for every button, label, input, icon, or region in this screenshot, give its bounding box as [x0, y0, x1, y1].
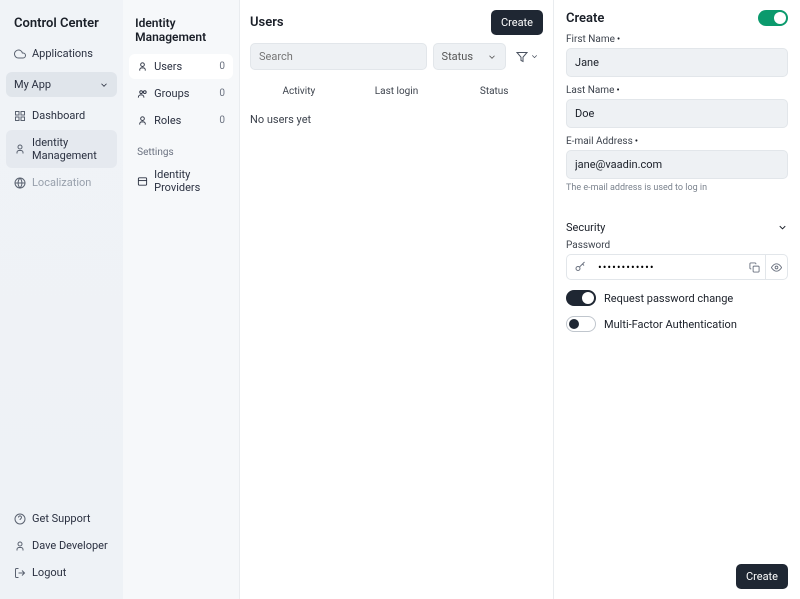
dashboard-icon — [14, 110, 26, 122]
sidebar-main: Control Center Applications My App Dashb… — [0, 0, 123, 599]
sec-users[interactable]: Users 0 — [129, 54, 233, 79]
sec-users-label: Users — [154, 60, 182, 73]
request-password-change-label: Request password change — [604, 292, 733, 305]
col-activity: Activity — [250, 86, 348, 97]
sec-identity-providers[interactable]: Identity Providers — [129, 162, 233, 200]
globe-icon — [14, 177, 26, 189]
roles-icon — [137, 115, 148, 126]
main-title: Users — [250, 15, 284, 30]
nav-identity-management[interactable]: Identity Management — [6, 130, 117, 168]
nav-logout[interactable]: Logout — [6, 560, 117, 585]
user-icon — [137, 61, 148, 72]
chevron-down-icon — [99, 80, 109, 90]
nav-logout-label: Logout — [32, 566, 66, 579]
email-help: The e-mail address is used to log in — [566, 183, 788, 193]
mfa-label: Multi-Factor Authentication — [604, 318, 737, 331]
filter-icon — [516, 51, 528, 63]
providers-icon — [137, 176, 148, 187]
sec-roles-count: 0 — [219, 115, 225, 126]
nav-user[interactable]: Dave Developer — [6, 533, 117, 558]
last-name-label: Last Name• — [566, 85, 788, 96]
app-selector[interactable]: My App — [6, 72, 117, 97]
sec-idp-label: Identity Providers — [154, 168, 225, 194]
last-name-input[interactable] — [566, 99, 788, 128]
identity-icon — [14, 143, 26, 155]
search-input[interactable] — [250, 43, 427, 70]
detail-panel: Create First Name• Last Name• E-mail Add… — [554, 0, 800, 599]
email-label: E-mail Address• — [566, 136, 788, 147]
table-header: Activity Last login Status — [240, 80, 553, 103]
password-input[interactable] — [592, 254, 744, 280]
submit-create-button[interactable]: Create — [736, 564, 788, 589]
nav-dashboard-label: Dashboard — [32, 109, 85, 122]
request-password-change-toggle[interactable] — [566, 290, 596, 306]
key-icon — [566, 254, 592, 280]
nav-dashboard[interactable]: Dashboard — [6, 103, 117, 128]
sec-roles-label: Roles — [154, 114, 181, 127]
detail-title: Create — [566, 11, 604, 26]
secondary-title: Identity Management — [129, 12, 233, 54]
main-panel: Users Create Status Activity Last login … — [240, 0, 554, 599]
copy-password-button[interactable] — [744, 254, 766, 280]
nav-identity-label: Identity Management — [32, 136, 109, 162]
cloud-icon — [14, 48, 26, 60]
app-title: Control Center — [6, 12, 117, 41]
nav-applications[interactable]: Applications — [6, 41, 117, 66]
support-icon — [14, 513, 26, 525]
nav-support-label: Get Support — [32, 512, 90, 525]
sec-groups-count: 0 — [219, 88, 225, 99]
empty-state: No users yet — [240, 103, 553, 136]
mfa-toggle[interactable] — [566, 316, 596, 332]
sec-users-count: 0 — [219, 61, 225, 72]
password-label: Password — [566, 240, 788, 251]
sidebar-secondary: Identity Management Users 0 Groups 0 Rol… — [123, 0, 240, 599]
sec-groups-label: Groups — [154, 87, 189, 100]
first-name-input[interactable] — [566, 48, 788, 77]
status-filter[interactable]: Status — [433, 43, 506, 70]
first-name-label: First Name• — [566, 34, 788, 45]
nav-support[interactable]: Get Support — [6, 506, 117, 531]
security-label: Security — [566, 221, 605, 234]
nav-user-label: Dave Developer — [32, 539, 108, 552]
chevron-down-icon — [530, 52, 539, 61]
chevron-down-icon — [777, 222, 788, 233]
show-password-button[interactable] — [766, 254, 788, 280]
sec-roles[interactable]: Roles 0 — [129, 108, 233, 133]
nav-localization-label: Localization — [32, 176, 91, 189]
sec-groups[interactable]: Groups 0 — [129, 81, 233, 106]
user-icon — [14, 540, 26, 552]
status-filter-label: Status — [442, 50, 473, 63]
col-lastlogin: Last login — [348, 86, 446, 97]
groups-icon — [137, 88, 148, 99]
logout-icon — [14, 567, 26, 579]
filter-button[interactable] — [512, 47, 543, 67]
nav-localization[interactable]: Localization — [6, 170, 117, 195]
chevron-down-icon — [487, 52, 497, 62]
nav-applications-label: Applications — [32, 47, 93, 60]
app-selector-label: My App — [14, 78, 51, 91]
email-input[interactable] — [566, 150, 788, 179]
col-status: Status — [445, 86, 543, 97]
enabled-toggle[interactable] — [758, 10, 788, 26]
create-button[interactable]: Create — [491, 10, 543, 35]
security-section-toggle[interactable]: Security — [566, 211, 788, 240]
settings-heading: Settings — [129, 135, 233, 162]
